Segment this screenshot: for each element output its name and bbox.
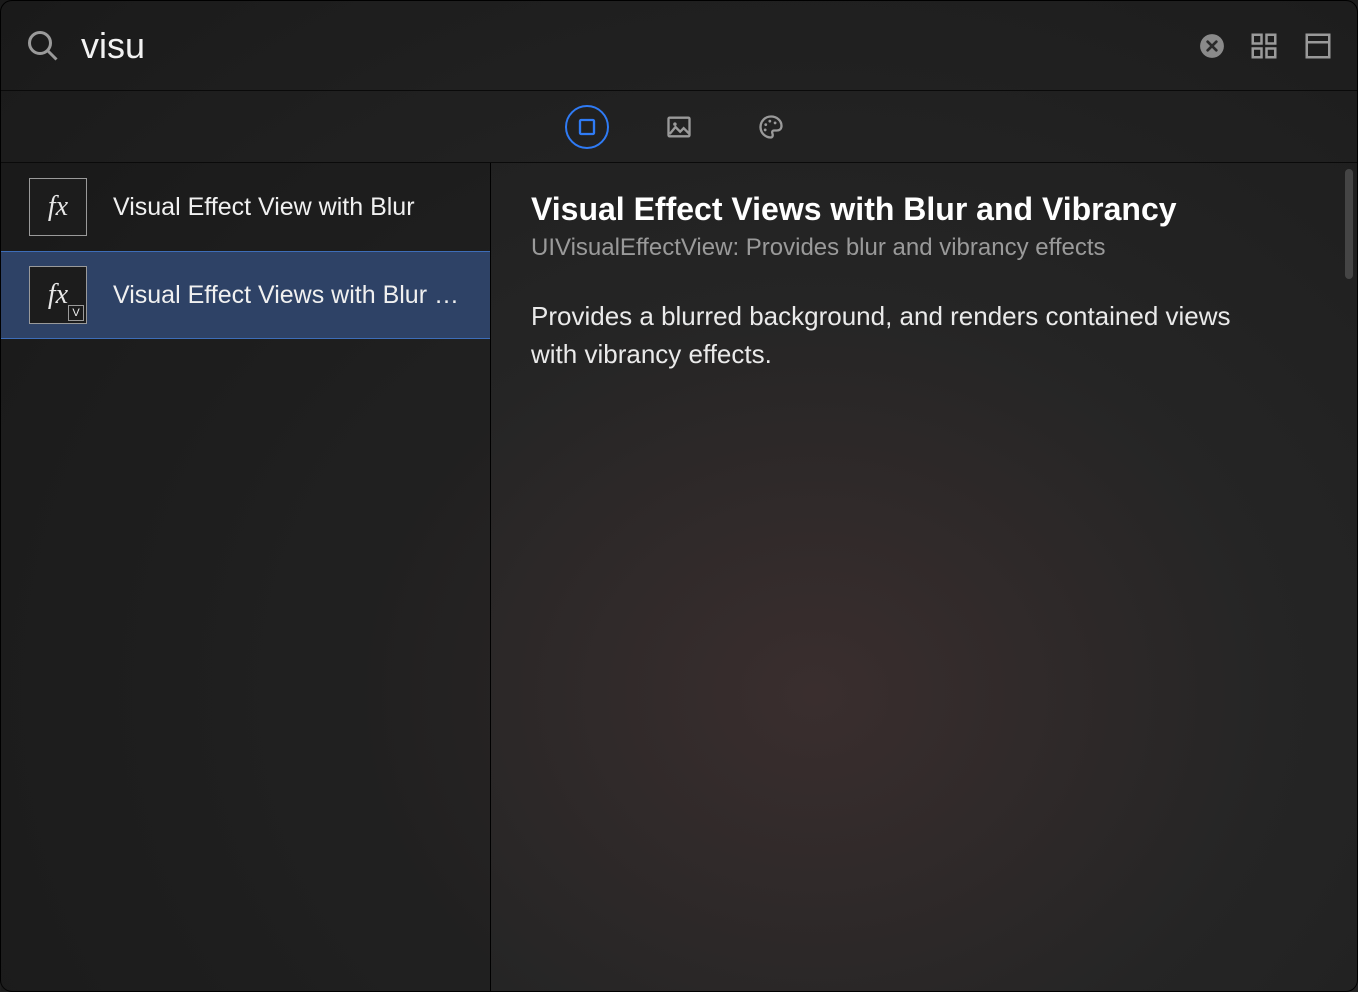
fx-icon: fx bbox=[29, 178, 87, 236]
detail-subtitle: UIVisualEffectView: Provides blur and vi… bbox=[531, 234, 1317, 262]
detail-pane: Visual Effect Views with Blur and Vibran… bbox=[491, 163, 1357, 991]
search-bar bbox=[1, 1, 1357, 91]
tab-media[interactable] bbox=[657, 105, 701, 149]
detail-view-icon[interactable] bbox=[1303, 31, 1333, 61]
search-icon bbox=[25, 28, 61, 64]
list-item-label: Visual Effect View with Blur bbox=[113, 193, 415, 222]
search-input[interactable] bbox=[81, 25, 1179, 67]
grid-view-icon[interactable] bbox=[1249, 31, 1279, 61]
list-item[interactable]: fx V Visual Effect Views with Blur and V… bbox=[1, 251, 490, 339]
detail-title: Visual Effect Views with Blur and Vibran… bbox=[531, 191, 1317, 228]
tab-colors[interactable] bbox=[749, 105, 793, 149]
library-category-tabs bbox=[1, 91, 1357, 163]
fx-vibrancy-icon: fx V bbox=[29, 266, 87, 324]
object-list: fx Visual Effect View with Blur fx V Vis… bbox=[1, 163, 491, 991]
tab-objects[interactable] bbox=[565, 105, 609, 149]
list-item[interactable]: fx Visual Effect View with Blur bbox=[1, 163, 490, 251]
scrollbar-thumb[interactable] bbox=[1345, 169, 1353, 279]
clear-search-icon[interactable] bbox=[1199, 33, 1225, 59]
main-split: fx Visual Effect View with Blur fx V Vis… bbox=[1, 163, 1357, 991]
detail-description: Provides a blurred background, and rende… bbox=[531, 298, 1251, 373]
list-item-label: Visual Effect Views with Blur and Vibran… bbox=[113, 281, 462, 310]
